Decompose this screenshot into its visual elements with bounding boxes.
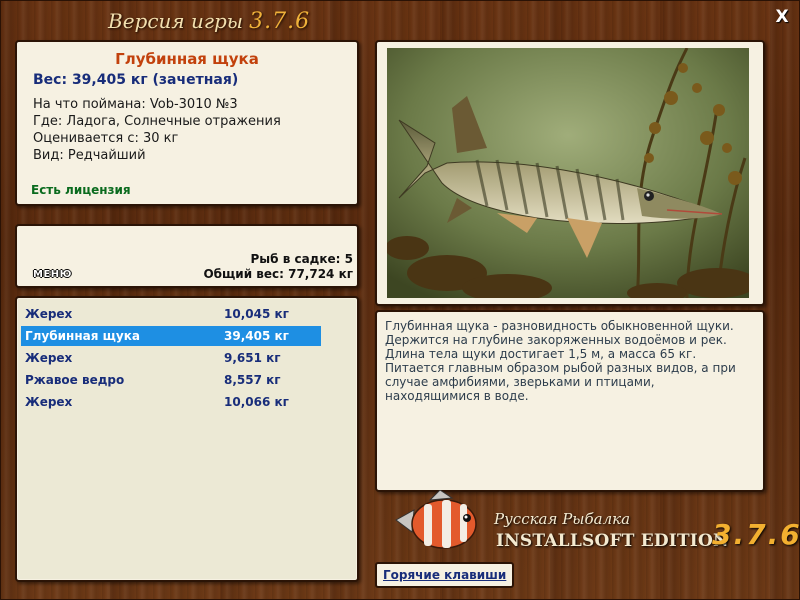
list-item[interactable]: Жерех 10,066 кг (21, 392, 321, 412)
title-version: 3.7.6 (249, 9, 311, 34)
edition-logo: Русская Рыбалка INSTALLSOFT EDITION 3.7.… (494, 510, 800, 551)
total-weight: Общий вес: 77,724 кг (203, 267, 353, 281)
list-item-weight: 10,066 кг (224, 395, 289, 409)
list-item-name: Жерех (25, 351, 73, 365)
list-item-selected[interactable]: Глубинная щука 39,405 кг (21, 326, 321, 346)
info-bait: На что поймана: Vob-3010 №3 (33, 97, 238, 112)
window-title: Версия игры 3.7.6 (108, 6, 310, 36)
description-panel: Глубинная щука - разновидность обыкновен… (375, 310, 765, 492)
title-text: Версия игры (108, 9, 244, 33)
list-item[interactable]: Жерех 10,045 кг (21, 304, 321, 324)
info-location: Где: Ладога, Солнечные отражения (33, 114, 281, 129)
list-item[interactable]: Ржавое ведро 8,557 кг (21, 370, 321, 390)
list-item-name: Жерех (25, 395, 73, 409)
hotkeys-button[interactable]: Горячие клавиши (375, 562, 515, 588)
edition-version: 3.7.6 (712, 518, 800, 551)
close-button[interactable]: X (773, 8, 791, 26)
close-icon: X (775, 7, 789, 27)
keep-net-panel: Рыб в садке: 5 Общий вес: 77,724 кг МЕНЮ (15, 224, 359, 288)
fish-photo-panel (375, 40, 765, 306)
fish-photo (387, 48, 749, 298)
list-item[interactable]: Жерех 9,651 кг (21, 348, 321, 368)
fish-count: Рыб в садке: 5 (250, 252, 354, 266)
list-item-weight: 8,557 кг (224, 373, 281, 387)
list-item-weight: 10,045 кг (224, 307, 289, 321)
edition-name: INSTALLSOFT EDITION (496, 531, 729, 551)
menu-button[interactable]: МЕНЮ (33, 268, 72, 282)
list-item-weight: 9,651 кг (224, 351, 281, 365)
fish-name: Глубинная щука (115, 50, 259, 68)
list-item-name: Ржавое ведро (25, 373, 125, 387)
list-item-weight: 39,405 кг (224, 329, 289, 343)
fish-logo-icon (395, 490, 477, 549)
info-rarity: Вид: Редчайший (33, 148, 146, 163)
fish-info-panel: Глубинная щука Вес: 39,405 кг (зачетная)… (15, 40, 359, 206)
fish-weight: Вес: 39,405 кг (зачетная) (33, 72, 239, 88)
pike-illustration (387, 48, 749, 298)
catch-list[interactable]: Жерех 10,045 кг Глубинная щука 39,405 кг… (15, 296, 359, 582)
list-item-name: Глубинная щука (25, 329, 140, 343)
info-rating-threshold: Оценивается с: 30 кг (33, 131, 179, 146)
license-status: Есть лицензия (31, 183, 131, 197)
list-item-name: Жерех (25, 307, 73, 321)
edition-subtitle: Русская Рыбалка (494, 510, 631, 528)
fish-description: Глубинная щука - разновидность обыкновен… (385, 319, 736, 403)
